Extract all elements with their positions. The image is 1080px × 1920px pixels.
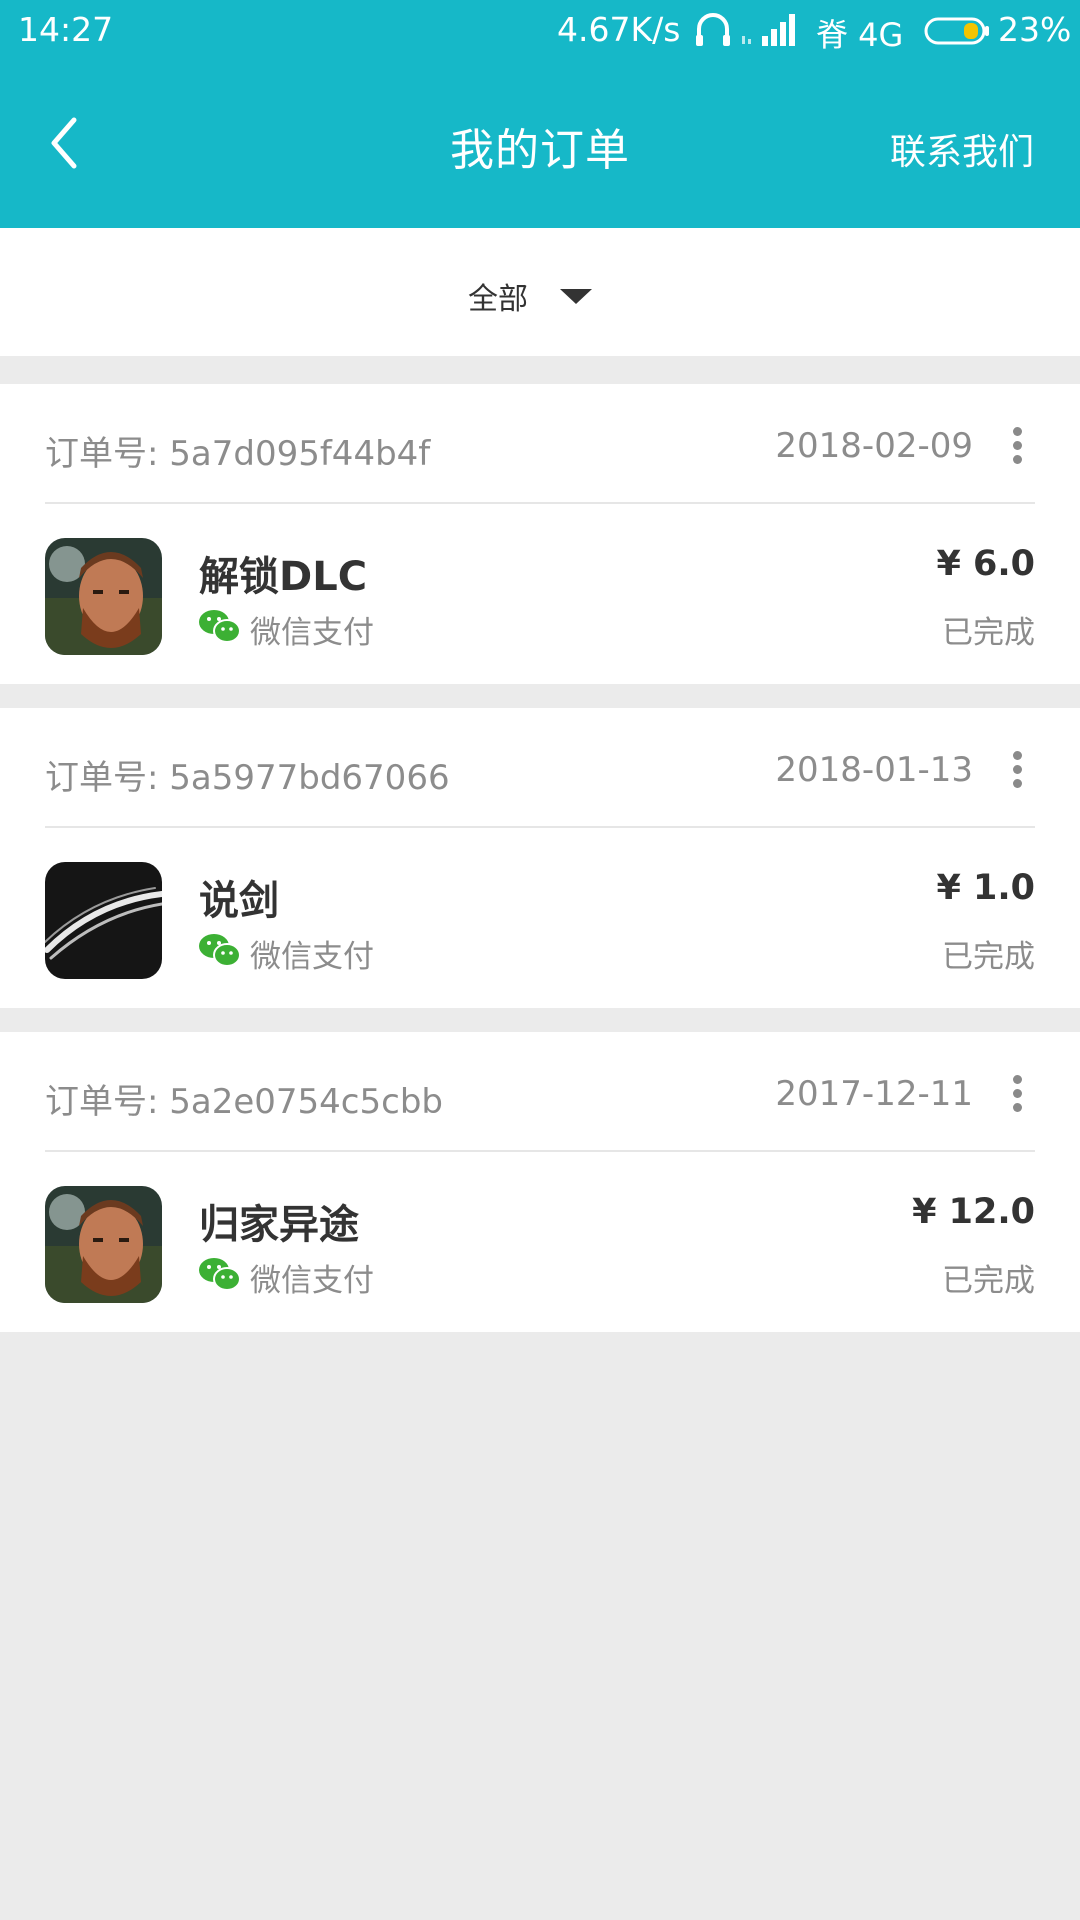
app-bar: 14:27 4.67K/s 脊 4G 23% 我的订单 联系我们 [0, 0, 1080, 228]
order-date: 2018-01-13 [775, 750, 973, 790]
status-bar: 14:27 4.67K/s 脊 4G 23% [0, 0, 1080, 62]
bearded-man-game-icon [45, 538, 162, 655]
more-options-icon[interactable] [999, 1070, 1035, 1118]
order-card[interactable]: 订单号: 5a7d095f44b4f 2018-02-09 解锁DLC 微信支付… [0, 384, 1080, 684]
signal-icon [742, 14, 795, 46]
payment-method: 微信支付 [250, 939, 374, 975]
wechat-pay-icon [199, 934, 241, 967]
order-header: 订单号: 5a2e0754c5cbb 2017-12-11 [45, 1032, 1035, 1152]
headphone-icon [696, 13, 730, 46]
more-options-icon[interactable] [999, 746, 1035, 794]
status-net-speed: 4.67K/s [557, 10, 681, 49]
order-number: 订单号: 5a2e0754c5cbb [45, 1082, 443, 1122]
order-price: ¥ 12.0 [912, 1192, 1035, 1232]
product-name: 归家异途 [199, 1202, 359, 1248]
wechat-pay-icon [199, 1258, 241, 1291]
status-battery: 23% [998, 10, 1072, 49]
payment-method: 微信支付 [250, 1263, 374, 1299]
order-item[interactable]: 说剑 微信支付 ¥ 1.0 已完成 [45, 828, 1035, 1008]
order-status: 已完成 [942, 1263, 1035, 1299]
order-item[interactable]: 归家异途 微信支付 ¥ 12.0 已完成 [45, 1152, 1035, 1332]
product-name: 解锁DLC [199, 554, 368, 600]
order-number: 订单号: 5a7d095f44b4f [45, 434, 431, 474]
order-date: 2018-02-09 [775, 426, 973, 466]
product-name: 说剑 [199, 878, 279, 924]
order-status: 已完成 [942, 939, 1035, 975]
order-header: 订单号: 5a5977bd67066 2018-01-13 [45, 708, 1035, 828]
order-card[interactable]: 订单号: 5a5977bd67066 2018-01-13 说剑 微信支付 ¥ … [0, 708, 1080, 1008]
order-date: 2017-12-11 [775, 1074, 973, 1114]
battery-icon [924, 17, 989, 45]
status-time: 14:27 [18, 10, 114, 49]
order-number: 订单号: 5a5977bd67066 [45, 758, 450, 798]
contact-us-button[interactable]: 联系我们 [890, 123, 1034, 175]
order-status: 已完成 [942, 615, 1035, 651]
filter-label: 全部 [468, 282, 528, 317]
order-price: ¥ 1.0 [936, 868, 1035, 908]
payment-method: 微信支付 [250, 615, 374, 651]
order-item[interactable]: 解锁DLC 微信支付 ¥ 6.0 已完成 [45, 504, 1035, 684]
status-carrier: 脊 4G [816, 16, 904, 54]
order-card[interactable]: 订单号: 5a2e0754c5cbb 2017-12-11 归家异途 微信支付 … [0, 1032, 1080, 1332]
caret-down-icon [560, 288, 592, 304]
filter-bar: 全部 [0, 228, 1080, 356]
more-options-icon[interactable] [999, 422, 1035, 470]
order-price: ¥ 6.0 [936, 544, 1035, 584]
sword-slash-game-icon [45, 862, 162, 979]
wechat-pay-icon [199, 610, 241, 643]
order-header: 订单号: 5a7d095f44b4f 2018-02-09 [45, 384, 1035, 504]
bearded-man-game-icon [45, 1186, 162, 1303]
order-filter-dropdown[interactable]: 全部 [468, 276, 592, 317]
